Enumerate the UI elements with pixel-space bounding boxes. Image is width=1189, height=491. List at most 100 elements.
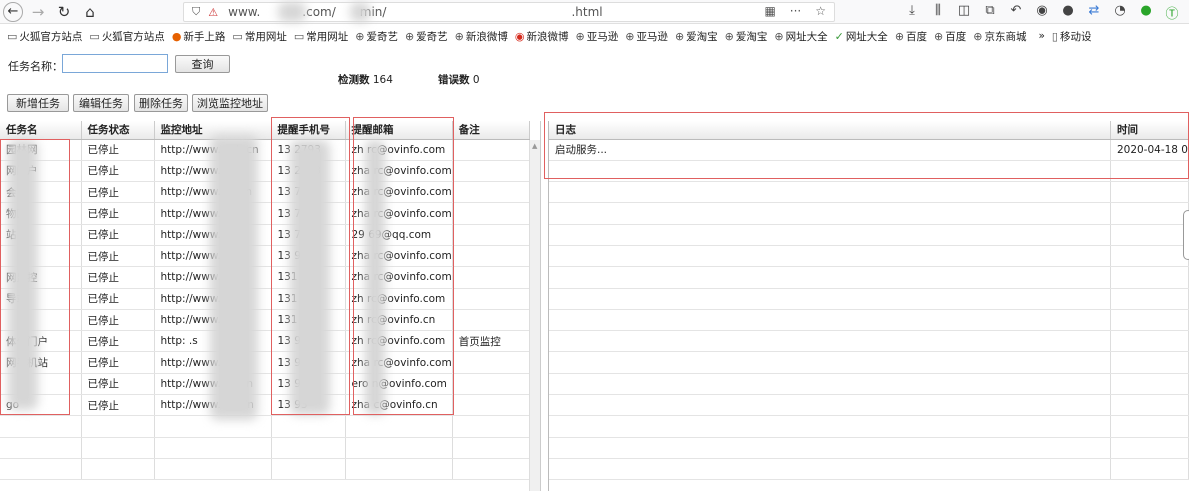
table-row[interactable]: 体化门户 已停止 http: .s 13 93 zh rc@ovinfo.com 首页监控 — [0, 330, 530, 353]
sidebar-icon[interactable]: ◫ — [957, 3, 971, 22]
delete-task-button[interactable]: 删除任务 — [134, 94, 188, 112]
address-bar[interactable]: ⛉ ⚠ www. .com/min/.html ▦ ··· ☆ — [183, 2, 835, 22]
log-row[interactable] — [549, 160, 1189, 183]
bookmark-item[interactable]: ▭ 常用网址 — [232, 29, 286, 44]
table-row[interactable]: 已停止 http://www. ites/131 93 zh rc@ovinfo.c… — [0, 309, 530, 332]
green-dot-icon[interactable]: ● — [1139, 3, 1153, 22]
log-row[interactable] — [549, 437, 1189, 459]
cell-time — [1110, 330, 1189, 353]
col-time[interactable]: 时间 — [1110, 121, 1189, 140]
bookmark-item[interactable]: ✓ 网址大全 — [835, 29, 888, 44]
log-row[interactable] — [549, 224, 1189, 246]
side-handle[interactable] — [1183, 210, 1189, 260]
table-row[interactable] — [0, 437, 530, 459]
log-row[interactable] — [549, 415, 1189, 438]
table-row[interactable]: 园林网 已停止 http://www.g sh.cn 13 2793 zh rc@ovi… — [0, 139, 530, 161]
log-row[interactable] — [549, 330, 1189, 353]
task-grid-scrollbar[interactable]: ▲ — [529, 140, 540, 491]
bookmark-item[interactable]: ⊕ 爱奇艺 — [355, 29, 398, 44]
cell-url: http://www.g sh.cn — [154, 139, 272, 161]
log-row[interactable] — [549, 309, 1189, 332]
account-icon[interactable]: ◉ — [1035, 3, 1049, 22]
bookmark-item[interactable]: ⊕ 爱淘宝 — [675, 29, 718, 44]
scroll-up-icon[interactable]: ▲ — [532, 142, 537, 150]
task-name-input[interactable] — [62, 54, 168, 73]
screenshot-icon[interactable]: ◔ — [1113, 3, 1127, 22]
bookmark-item[interactable]: ▭ 火狐官方站点 — [7, 29, 82, 44]
cell-email: zha rc@ovinfo.com — [345, 351, 453, 374]
bookmark-item[interactable]: ⊕ 百度 — [934, 29, 966, 44]
log-row[interactable] — [549, 288, 1189, 310]
table-row[interactable] — [0, 458, 530, 481]
table-row[interactable]: 站已停止 http://www. .cn 13 793 29 69@qq.com — [0, 224, 530, 246]
bookmark-item[interactable]: ● 新手上路 — [172, 29, 226, 44]
bookmark-item[interactable]: ⊕ 新浪微博 — [455, 29, 508, 44]
chat-icon[interactable]: ● — [1061, 3, 1075, 22]
bookmark-item[interactable]: ⊕ 网址大全 — [774, 29, 827, 44]
log-row[interactable] — [549, 202, 1189, 225]
translate-icon[interactable]: Ⓣ — [1165, 3, 1179, 22]
more-icon[interactable]: ··· — [790, 4, 801, 18]
table-row[interactable] — [0, 415, 530, 438]
table-row[interactable]: 网门户 已停止 http://www. cn 13 2793 zha rc@ovinfo… — [0, 160, 530, 183]
bookmarks-overflow-button[interactable]: » — [1038, 30, 1044, 42]
log-row[interactable] — [549, 245, 1189, 268]
cell-phone: 13 96 — [271, 373, 346, 396]
table-row[interactable]: 已停止 http://www.ga .cn 13 96 ero n@ovinfo.co… — [0, 373, 530, 396]
bookmark-item[interactable]: ⊕ 京东商城 — [973, 29, 1026, 44]
bookmark-star-icon[interactable]: ☆ — [815, 4, 826, 18]
bookmark-item[interactable]: ◉ 新浪微博 — [515, 29, 569, 44]
insecure-lock-icon[interactable]: ⚠ — [208, 6, 218, 19]
globe-icon: ⊕ — [454, 29, 464, 43]
col-monitor-url[interactable]: 监控地址 — [154, 121, 272, 140]
bookmark-item[interactable]: ⊕ 亚马逊 — [625, 29, 668, 44]
table-row[interactable]: 已停止 http://www. .org 13 93 zha rc@ovinfo.co… — [0, 245, 530, 268]
col-phone[interactable]: 提醒手机号 — [271, 121, 346, 140]
col-task-status[interactable]: 任务状态 — [81, 121, 155, 140]
bookmark-item[interactable]: ⊕ 百度 — [895, 29, 927, 44]
download-icon[interactable]: ⤓ — [905, 3, 919, 22]
globe-icon: ⊕ — [724, 29, 734, 43]
bookmark-item[interactable]: ⊕ 爱奇艺 — [405, 29, 448, 44]
bookmark-item[interactable]: ⊕ 亚马逊 — [576, 29, 619, 44]
shield-icon[interactable]: ⛉ — [192, 5, 200, 19]
home-icon[interactable]: ⌂ — [79, 1, 101, 23]
forward-arrow-icon[interactable]: → — [27, 1, 49, 23]
qr-code-icon[interactable]: ▦ — [764, 4, 775, 18]
table-row[interactable]: go 已停止 http://www.ea n/n 13 93 zha c@ovinfo.… — [0, 394, 530, 417]
url-text[interactable]: www. .com/min/.html — [228, 5, 602, 19]
col-note[interactable]: 备注 — [452, 121, 530, 140]
table-row[interactable]: 导站 已停止 http://www.l 131 93 zh rc@ovinfo.com — [0, 288, 530, 310]
sync-icon[interactable]: ⇄ — [1087, 3, 1101, 22]
table-row[interactable]: 网监控 已停止 http://www. n.cc 131 93 zha rc@ovinf… — [0, 266, 530, 289]
log-row[interactable]: 启动服务... 2020-04-18 0 — [549, 139, 1189, 161]
extension-icon[interactable]: ⧉ — [983, 3, 997, 22]
mobile-icon: ▯ — [1051, 29, 1058, 43]
col-email[interactable]: 提醒邮箱 — [345, 121, 453, 140]
add-task-button[interactable]: 新增任务 — [7, 94, 69, 112]
col-task-name[interactable]: 任务名 — [0, 121, 82, 140]
bookmark-item[interactable]: ▭ 常用网址 — [294, 29, 348, 44]
log-row[interactable] — [549, 373, 1189, 396]
log-row[interactable] — [549, 458, 1189, 481]
log-row[interactable] — [549, 266, 1189, 289]
reload-icon[interactable]: ↻ — [53, 1, 75, 23]
library-icon[interactable]: ⫼ — [931, 3, 945, 22]
table-row[interactable]: 会已停止 http://www.s g.cn 13 793 zha rc@ovinfo… — [0, 181, 530, 204]
table-row[interactable]: 网手机站 已停止 http://www. n.cc 13 93 zha rc@ovinf… — [0, 351, 530, 374]
table-row[interactable]: 物园 已停止 http://www. zoo. 13 793 zha rc@ovinfo… — [0, 202, 530, 225]
col-log[interactable]: 日志 — [549, 121, 1111, 140]
back-arrow-icon[interactable]: ← — [3, 1, 23, 22]
log-row[interactable] — [549, 181, 1189, 204]
log-row[interactable] — [549, 394, 1189, 417]
log-row[interactable] — [549, 351, 1189, 374]
bookmark-item[interactable]: ▯ 移动设 — [1052, 29, 1092, 44]
cell-time — [1110, 245, 1189, 268]
undo-icon[interactable]: ↶ — [1009, 3, 1023, 22]
search-button[interactable]: 查询 — [175, 55, 230, 73]
browse-url-button[interactable]: 浏览监控地址 — [192, 94, 268, 112]
bookmark-item[interactable]: ▭ 火狐官方站点 — [89, 29, 164, 44]
bookmark-item[interactable]: ⊕ 爱淘宝 — [725, 29, 768, 44]
edit-task-button[interactable]: 编辑任务 — [73, 94, 129, 112]
globe-icon: ⊕ — [575, 29, 585, 43]
